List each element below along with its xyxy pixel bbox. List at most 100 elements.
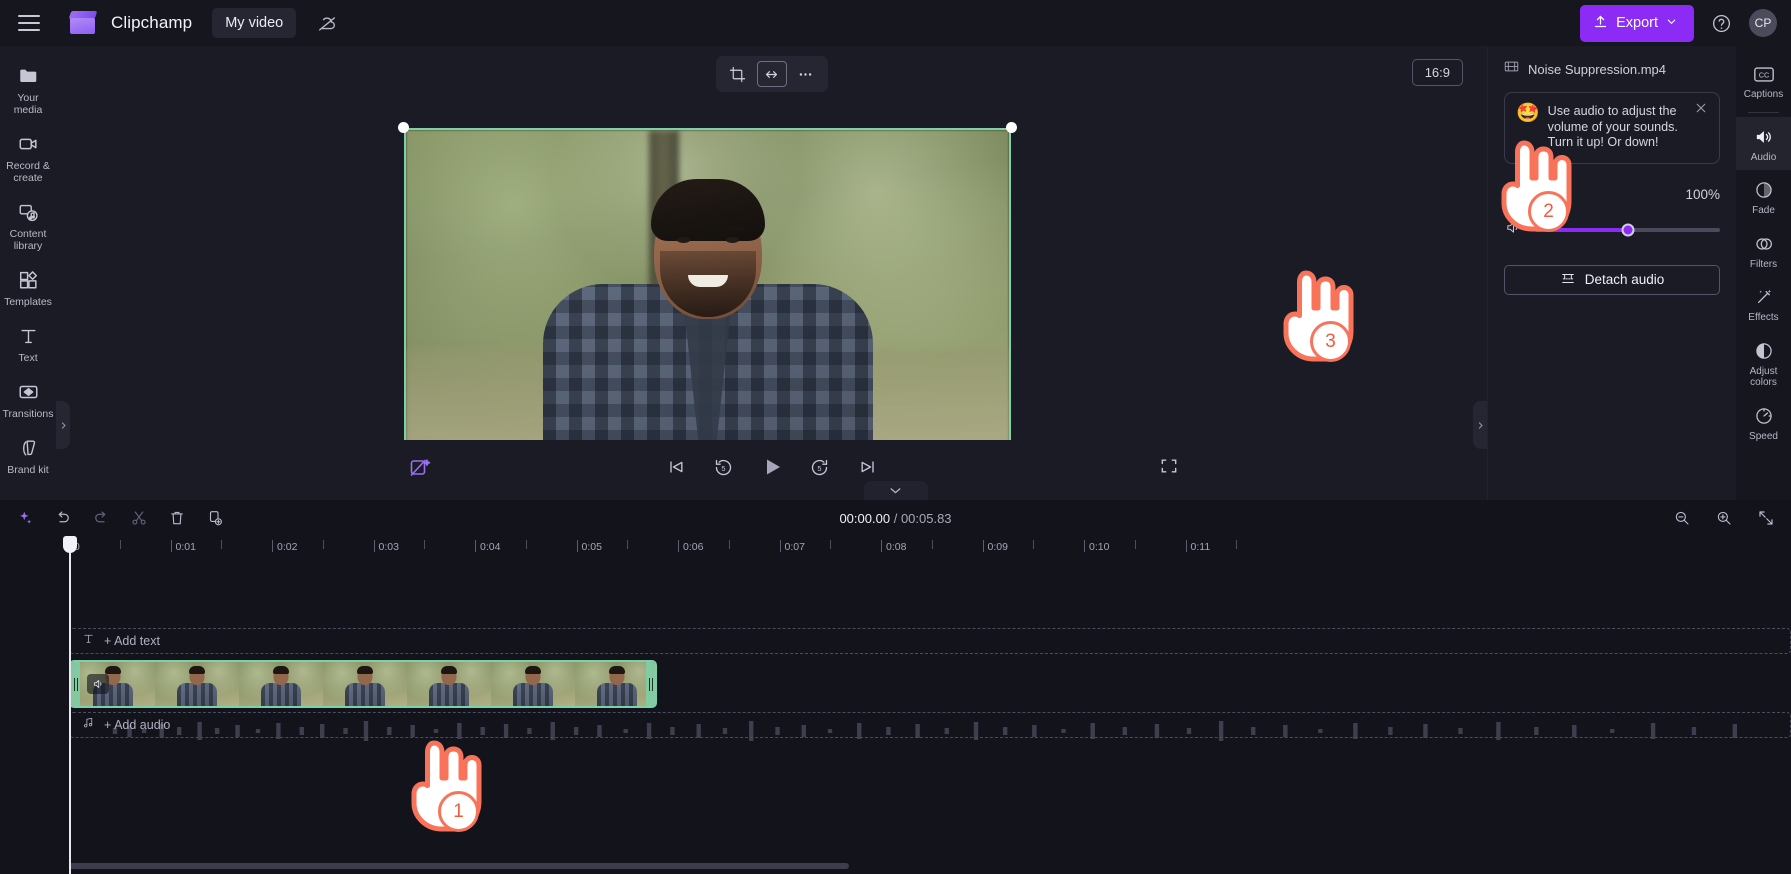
- timeline-video-clip[interactable]: [69, 660, 657, 708]
- rtool-item-captions[interactable]: CC Captions: [1736, 54, 1791, 108]
- add-text-label: + Add text: [104, 634, 160, 648]
- templates-icon: [15, 268, 41, 292]
- speaker-icon[interactable]: [1504, 219, 1523, 241]
- aspect-ratio-badge[interactable]: 16:9: [1411, 59, 1463, 86]
- tip-text: Use audio to adjust the volume of your s…: [1547, 104, 1678, 149]
- ruler-label: 0:10: [1089, 541, 1110, 553]
- text-icon: [15, 324, 41, 348]
- add-audio-track[interactable]: + Add audio: [69, 712, 1791, 738]
- rtool-label: Fade: [1752, 205, 1775, 216]
- rtool-item-adjust-colors[interactable]: Adjust colors: [1736, 331, 1791, 396]
- question-circle-icon[interactable]: [1708, 10, 1735, 37]
- ruler-tick-minor: [322, 540, 324, 549]
- clip-audio-toggle[interactable]: [87, 674, 109, 694]
- audio-track: + Add audio: [69, 712, 1791, 738]
- hamburger-icon[interactable]: [14, 8, 44, 38]
- undo-icon[interactable]: [52, 507, 74, 529]
- ellipsis-icon[interactable]: [791, 61, 821, 87]
- add-text-track[interactable]: + Add text: [69, 628, 1791, 654]
- rewind-5-icon[interactable]: 5: [711, 454, 737, 480]
- properties-header: Noise Suppression.mp4: [1504, 60, 1720, 78]
- sparkle-icon[interactable]: [14, 507, 36, 529]
- ruler-tick-minor: [830, 540, 832, 549]
- clip-trim-handle-right[interactable]: [646, 662, 655, 706]
- right-toolbar: CC Captions Audio Fade Filters Effects A…: [1736, 46, 1791, 500]
- avatar[interactable]: CP: [1749, 9, 1777, 37]
- ruler-label: 0:11: [1190, 541, 1211, 553]
- clipchamp-logo-icon: [68, 11, 98, 35]
- redo-icon[interactable]: [90, 507, 112, 529]
- timeline-ruler[interactable]: 00:010:020:030:040:050:060:070:080:090:1…: [69, 536, 1791, 558]
- rtool-item-effects[interactable]: Effects: [1736, 277, 1791, 331]
- timeline-toolbar: 00:00.00 / 00:05.83: [0, 500, 1791, 536]
- fit-horizontal-icon[interactable]: [756, 61, 787, 87]
- volume-label: Volume: [1504, 185, 1555, 203]
- sidebar-item-label: Text: [18, 352, 38, 364]
- ruler-tick-minor: [1134, 540, 1136, 549]
- detach-audio-icon: [1560, 271, 1576, 289]
- rtool-item-speed[interactable]: Speed: [1736, 396, 1791, 450]
- sidebar-item-content-library[interactable]: Content library: [0, 192, 56, 258]
- clip-name: Noise Suppression.mp4: [1528, 61, 1667, 77]
- ruler-label: 0:07: [784, 541, 805, 553]
- rtool-label: Effects: [1748, 312, 1779, 323]
- scissors-icon[interactable]: [128, 507, 150, 529]
- export-button[interactable]: Export: [1580, 4, 1694, 42]
- ruler-label: 0:09: [987, 541, 1008, 553]
- tip-emoji: 🤩: [1516, 103, 1540, 124]
- chevron-down-icon: [1666, 15, 1677, 31]
- zoom-out-icon[interactable]: [1671, 507, 1693, 529]
- video-preview[interactable]: [404, 128, 1011, 471]
- play-icon[interactable]: [759, 454, 785, 480]
- ruler-tick: [881, 540, 882, 552]
- volume-slider[interactable]: [1535, 223, 1720, 236]
- ruler-tick: [475, 540, 476, 552]
- rtool-item-filters[interactable]: Filters: [1736, 224, 1791, 278]
- transitions-icon: [15, 380, 41, 404]
- cloud-off-icon[interactable]: [314, 10, 340, 36]
- project-title[interactable]: My video: [212, 8, 297, 38]
- sidebar-item-templates[interactable]: Templates: [0, 260, 56, 314]
- fade-icon: [1752, 179, 1776, 201]
- trash-icon[interactable]: [166, 507, 188, 529]
- ruler-tick: [170, 540, 172, 552]
- skip-back-icon[interactable]: [663, 454, 689, 480]
- forward-5-icon[interactable]: 5: [807, 454, 833, 480]
- timeline-time-display: 00:00.00 / 00:05.83: [839, 511, 951, 526]
- resize-handle-top-right[interactable]: [1006, 122, 1017, 133]
- collapse-properties-button[interactable]: [1473, 401, 1487, 449]
- ruler-tick-minor: [424, 540, 426, 549]
- fit-timeline-icon[interactable]: [1755, 507, 1777, 529]
- sidebar-item-text[interactable]: Text: [0, 316, 56, 370]
- ruler-label: 0:08: [886, 541, 907, 553]
- stage-floating-toolbar: [715, 56, 828, 92]
- timeline-horizontal-scrollbar[interactable]: [69, 863, 849, 869]
- resize-handle-top-left[interactable]: [398, 122, 409, 133]
- rtool-item-fade[interactable]: Fade: [1736, 170, 1791, 224]
- detach-audio-button[interactable]: Detach audio: [1504, 264, 1720, 295]
- magic-eraser-icon[interactable]: [408, 456, 434, 482]
- timeline-playhead[interactable]: [63, 536, 77, 874]
- sidebar-item-your-media[interactable]: Your media: [0, 56, 56, 122]
- skip-forward-icon[interactable]: [855, 454, 881, 480]
- sidebar-item-transitions[interactable]: Transitions: [0, 372, 56, 426]
- clip-trim-handle-left[interactable]: [71, 662, 80, 706]
- volume-slider-knob[interactable]: [1621, 223, 1634, 236]
- text-track: + Add text: [69, 628, 1791, 654]
- ruler-label: 0:05: [581, 541, 602, 553]
- ruler-tick-minor: [627, 540, 629, 549]
- text-icon: [82, 632, 95, 650]
- sidebar-item-brand-kit[interactable]: Brand kit: [0, 428, 56, 482]
- zoom-in-icon[interactable]: [1713, 507, 1735, 529]
- sidebar-item-record-create[interactable]: Record & create: [0, 124, 56, 190]
- chevron-down-icon[interactable]: [863, 481, 928, 500]
- rtool-item-audio[interactable]: Audio: [1736, 116, 1791, 170]
- close-icon[interactable]: [1694, 101, 1710, 117]
- crop-icon[interactable]: [723, 61, 753, 87]
- toolbar-divider: [1748, 111, 1779, 113]
- fullscreen-icon[interactable]: [1159, 456, 1183, 480]
- film-strip-icon: [1504, 60, 1519, 78]
- duplicate-icon[interactable]: [204, 507, 226, 529]
- sidebar-item-label: Record & create: [6, 160, 50, 184]
- expand-sidebar-button[interactable]: [56, 401, 70, 449]
